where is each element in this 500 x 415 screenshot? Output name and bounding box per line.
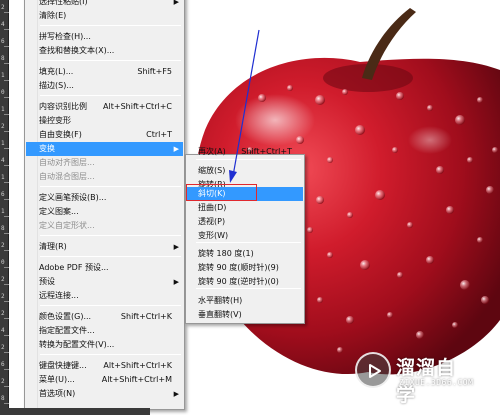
play-logo-icon bbox=[355, 352, 391, 388]
watermark: 溜溜自学 ZIXUE.3D66.COM bbox=[355, 352, 475, 406]
status-bar bbox=[0, 408, 150, 415]
watermark-url: ZIXUE.3D66.COM bbox=[399, 378, 474, 387]
